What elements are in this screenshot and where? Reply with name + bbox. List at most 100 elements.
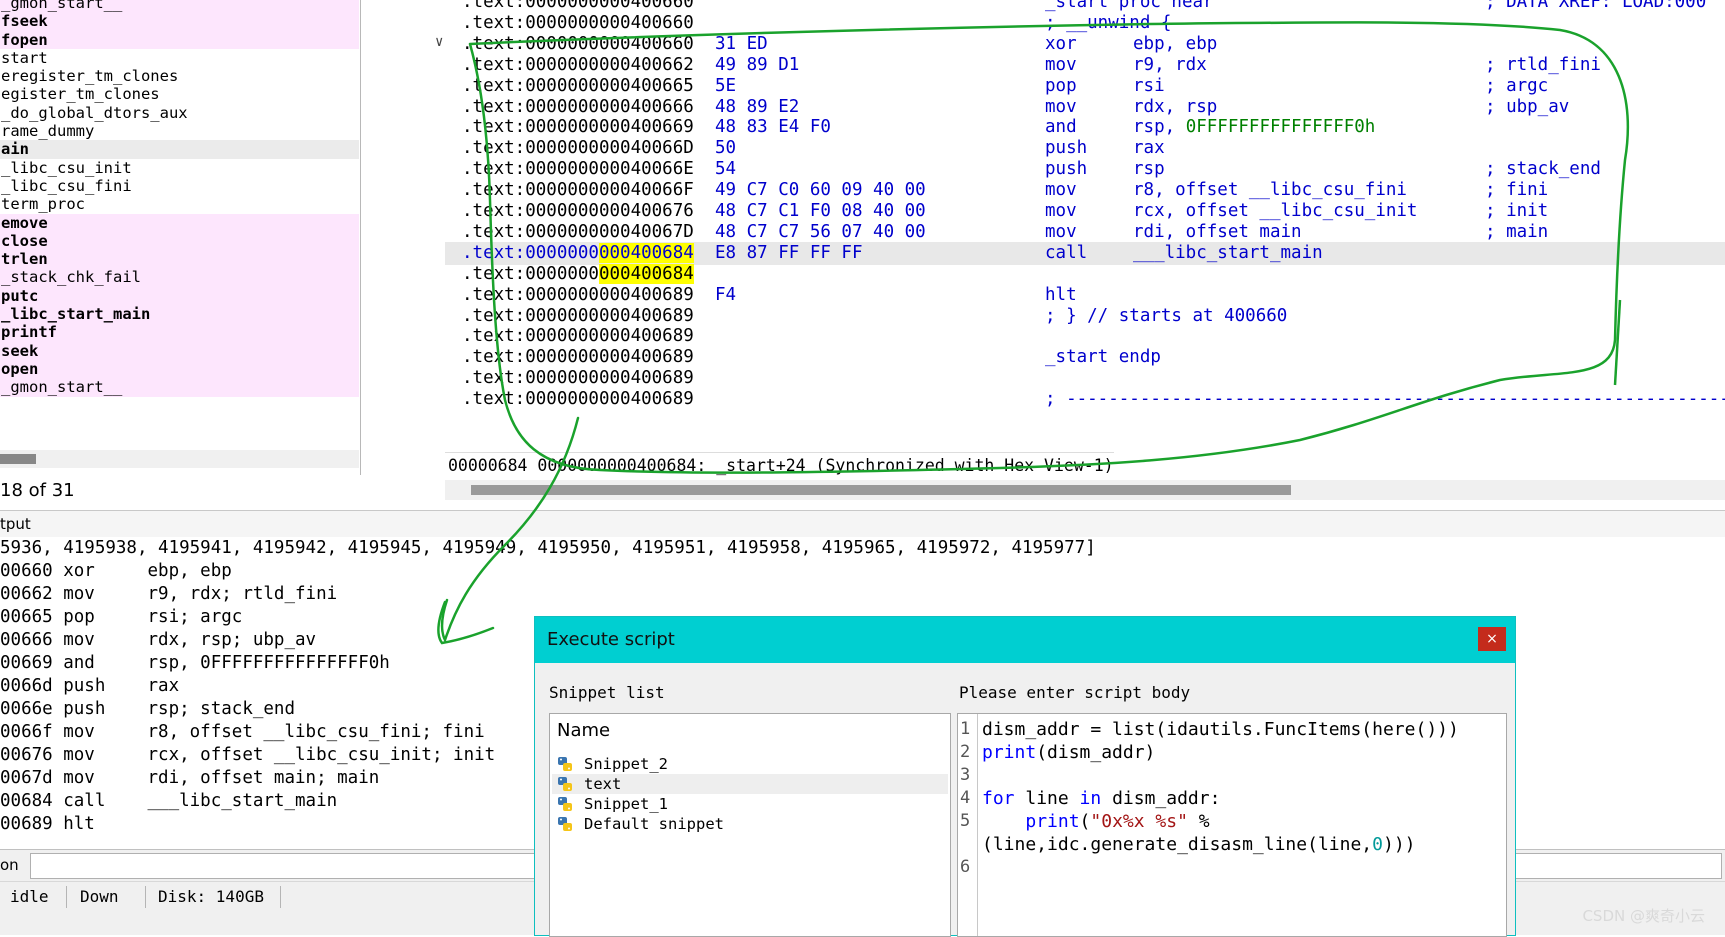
address-label[interactable]: .text:000000000040066D <box>462 137 694 160</box>
snippet-name-header[interactable]: Name <box>550 714 957 748</box>
opcode-bytes: 48 C7 C7 56 07 40 00 <box>715 221 926 242</box>
disasm-line[interactable]: .text:0000000000400665 5E pop rsi ; argc <box>445 75 1725 98</box>
function-row[interactable]: start <box>0 49 359 67</box>
function-row[interactable]: putc <box>0 286 359 306</box>
disasm-line[interactable]: .text:000000000040067D 48 C7 C7 56 07 40 … <box>445 221 1725 244</box>
address-label[interactable]: .text:0000000000400660 <box>462 12 694 35</box>
function-row[interactable]: emove <box>0 213 359 232</box>
function-row[interactable]: _gmon_start__ <box>0 0 359 13</box>
disasm-line[interactable]: .text:0000000000400676 48 C7 C1 F0 08 40 … <box>445 200 1725 223</box>
function-row[interactable]: _gmon_start__ <box>0 378 359 397</box>
address-label[interactable]: .text:000000000040067D <box>462 221 694 244</box>
address-label[interactable]: .text:0000000000400665 <box>462 75 694 98</box>
function-row[interactable]: _do_global_dtors_aux <box>0 104 359 122</box>
function-row[interactable]: trlen <box>0 250 359 269</box>
address-label[interactable]: .text:0000000000400689 <box>462 305 694 328</box>
address-label[interactable]: .text:0000000000400689 <box>462 346 694 369</box>
disasm-line[interactable]: .text:0000000000400660 ; __unwind { <box>445 12 1725 35</box>
disasm-line[interactable]: .text:0000000000400669 48 83 E4 F0 and rsp,… <box>445 116 1725 139</box>
address-label[interactable]: .text:0000000000400676 <box>462 200 694 223</box>
function-row[interactable]: _stack_chk_fail <box>0 268 359 287</box>
address-label[interactable]: .text:0000000000400666 <box>462 96 694 119</box>
function-row[interactable]: fseek <box>0 12 359 31</box>
disasm-line[interactable]: .text:0000000000400662 49 89 D1 mov r9, rdx… <box>445 54 1725 77</box>
dialog-titlebar[interactable]: Execute script × <box>535 617 1515 663</box>
disasm-line[interactable]: .text:0000000000400666 48 89 E2 mov rdx, rs… <box>445 96 1725 119</box>
script-editor[interactable]: 1 2 3 4 5 6 dism_addr = list(idautils.FuncIte… <box>957 713 1507 937</box>
address-label[interactable]: .text:0000000000400689 <box>462 388 694 411</box>
operand-text: rsp, <box>1133 117 1186 138</box>
function-row[interactable]: close <box>0 231 359 251</box>
snippet-list[interactable]: Name Snippet_2 text Snippet_1 Default snipp… <box>549 713 951 937</box>
address-label[interactable]: .text:0000000000400684 <box>462 242 694 265</box>
output-line: 5936, 4195938, 4195941, 4195942, 4195945… <box>0 538 1096 558</box>
operands[interactable]: rdx, rsp <box>1133 96 1217 119</box>
address-label[interactable]: .text:000000000040066E <box>462 158 694 181</box>
status-direction: Down <box>80 887 119 906</box>
operands[interactable]: rsp, 0FFFFFFFFFFFFFFF0h <box>1133 116 1375 139</box>
operands[interactable]: rax <box>1133 137 1165 160</box>
status-divider <box>280 886 281 908</box>
functions-horizontal-scrollbar[interactable] <box>0 450 359 468</box>
script-body-label: Please enter script body <box>959 683 1191 702</box>
snippet-item[interactable]: text <box>552 774 948 794</box>
fold-chevron-icon[interactable]: ∨ <box>435 34 443 50</box>
function-row[interactable]: _libc_csu_init <box>0 159 359 177</box>
address-label[interactable]: .text:0000000000400689 <box>462 325 694 348</box>
snippet-name: Snippet_1 <box>584 795 668 813</box>
function-row[interactable]: eregister_tm_clones <box>0 67 359 85</box>
listing-text: ; --------------------------------------… <box>1045 389 1725 410</box>
address-label[interactable]: .text:0000000000400689 <box>462 284 694 307</box>
operands[interactable]: ebp, ebp <box>1133 33 1217 56</box>
function-row[interactable]: term_proc <box>0 195 359 213</box>
function-row[interactable]: seek <box>0 341 359 360</box>
disasm-line[interactable]: .text:0000000000400684 <box>445 263 1725 286</box>
disasm-line[interactable]: .text:0000000000400689 <box>445 325 1725 348</box>
function-row[interactable]: printf <box>0 323 359 342</box>
function-row[interactable]: ain <box>0 140 359 159</box>
disasm-line[interactable]: .text:0000000000400689 _start endp <box>445 346 1725 369</box>
command-language-button[interactable]: on <box>0 854 19 876</box>
code-line-1: dism_addr = list(idautils.FuncItems(here… <box>982 719 1459 740</box>
disasm-line[interactable]: .text:000000000040066031 EDxorebp, ebp● <box>445 33 1725 56</box>
disasm-line[interactable]: .text:0000000000400689 ; } // starts at 4… <box>445 305 1725 328</box>
operands[interactable]: rsp <box>1133 158 1165 181</box>
function-row[interactable]: rame_dummy <box>0 122 359 140</box>
operands[interactable]: rdi, offset main <box>1133 221 1302 244</box>
disassembly-scroll-thumb[interactable] <box>471 485 1291 495</box>
operands[interactable]: rsi <box>1133 75 1165 98</box>
function-row[interactable]: _libc_start_main <box>0 305 359 324</box>
disasm-line[interactable]: .text:000000000040066F 49 C7 C0 60 09 40 … <box>445 179 1725 202</box>
snippet-list-group: Snippet list Name Snippet_2 text Snippet_1… <box>543 677 951 937</box>
listing-text: ; } // starts at 400660 <box>1045 305 1288 326</box>
address-label[interactable]: .text:0000000000400662 <box>462 54 694 77</box>
operands[interactable]: rcx, offset __libc_csu_init <box>1133 200 1417 223</box>
function-row[interactable]: open <box>0 359 359 379</box>
disasm-line[interactable]: .text:000000000040066E 54 push rsp ; stack_e… <box>445 158 1725 181</box>
disasm-line[interactable]: .text:0000000000400689 ; ----------------… <box>445 388 1725 411</box>
opcode-bytes: 48 89 E2 <box>715 96 800 117</box>
disasm-line[interactable]: .text:0000000000400684 E8 87 FF FF FF call… <box>445 241 1725 265</box>
snippet-item[interactable]: Snippet_2 <box>552 754 948 774</box>
operands[interactable]: ___libc_start_main <box>1133 242 1323 265</box>
functions-scroll-thumb[interactable] <box>0 454 36 464</box>
disasm-line[interactable]: .text:0000000000400689 <box>445 367 1725 390</box>
address-label[interactable]: .text:0000000000400689 <box>462 367 694 390</box>
snippet-name: text <box>584 775 622 793</box>
operands[interactable]: r8, offset __libc_csu_fini <box>1133 179 1407 202</box>
snippet-item[interactable]: Snippet_1 <box>552 794 948 814</box>
disassembly-horizontal-scrollbar[interactable] <box>445 480 1725 500</box>
operands[interactable]: r9, rdx <box>1133 54 1207 77</box>
snippet-item[interactable]: Default snippet <box>552 814 948 834</box>
address-label[interactable]: .text:0000000000400684 <box>462 263 694 286</box>
disasm-line[interactable]: .text:0000000000400689F4hlt● <box>445 284 1725 307</box>
address-label[interactable]: .text:0000000000400660 <box>462 33 694 56</box>
function-row[interactable]: egister_tm_clones <box>0 85 359 103</box>
function-row[interactable]: fopen <box>0 30 359 49</box>
function-row[interactable]: _libc_csu_fini <box>0 177 359 195</box>
address-label[interactable]: .text:000000000040066F <box>462 179 694 202</box>
address-label[interactable]: .text:0000000000400669 <box>462 116 694 139</box>
close-button[interactable]: × <box>1478 627 1506 651</box>
disasm-line[interactable]: .text:000000000040066D 50 push rax <box>445 137 1725 160</box>
disassembly-view[interactable]: .text:0000000000400660 _start proc near; … <box>435 0 1725 510</box>
